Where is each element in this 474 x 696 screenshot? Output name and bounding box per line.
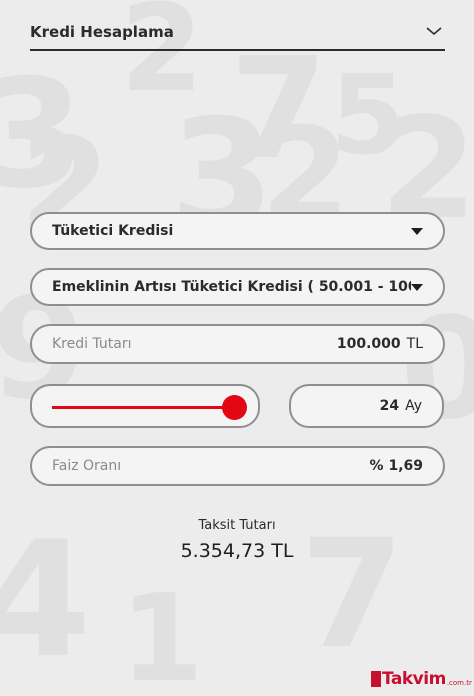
loan-amount-label: Kredi Tutarı [52,336,132,352]
loan-amount-unit: TL [406,336,423,352]
term-unit: Ay [405,398,422,414]
interest-rate-field: Faiz Oranı % 1,69 [30,446,445,486]
logo-mark [371,671,381,687]
term-field[interactable]: 24 Ay [289,384,444,428]
loan-type-value: Tüketici Kredisi [52,223,174,239]
loan-product-select[interactable]: Emeklinin Artısı Tüketici Kredisi ( 50.0… [30,268,445,306]
installment-value: 5.354,73 TL [180,540,294,562]
loan-amount-value[interactable]: 100.000 [337,336,401,352]
installment-label: Taksit Tutarı [198,518,276,533]
interest-rate-value: % 1,69 [369,458,423,474]
header-title: Kredi Hesaplama [30,23,174,41]
loan-type-select[interactable]: Tüketici Kredisi [30,212,445,250]
dropdown-arrow-icon [411,283,423,291]
logo-suffix: .com.tr [446,679,472,687]
calculator-header[interactable]: Kredi Hesaplama [30,18,445,51]
term-slider[interactable] [30,384,260,428]
interest-rate-label: Faiz Oranı [52,458,122,474]
dropdown-arrow-icon [411,227,423,235]
logo-text: Takvim [382,669,446,689]
loan-product-value: Emeklinin Artısı Tüketici Kredisi ( 50.0… [52,279,411,295]
takvim-logo: Takvim .com.tr [371,668,472,690]
term-value[interactable]: 24 [380,398,399,414]
slider-track[interactable] [52,406,237,409]
slider-thumb[interactable] [222,395,247,420]
loan-amount-field[interactable]: Kredi Tutarı 100.000 TL [30,324,445,364]
chevron-down-icon[interactable] [425,24,443,38]
